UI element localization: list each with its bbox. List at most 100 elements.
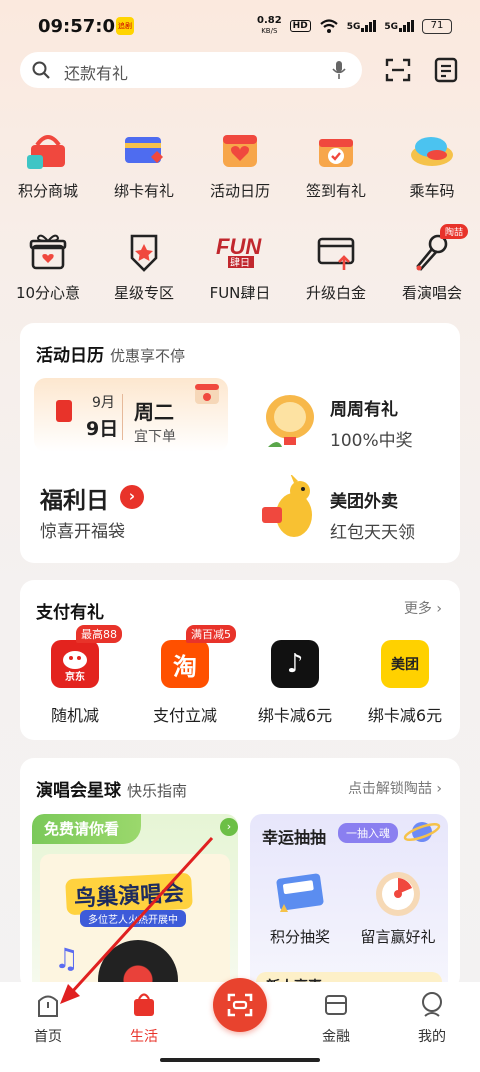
star-medal-icon (118, 226, 170, 278)
douyin-logo-icon: ♪ (271, 640, 319, 688)
search-icon (32, 61, 50, 79)
search-row: 还款有礼 (20, 52, 460, 88)
grid-label: 绑卡有礼 (113, 182, 174, 200)
pay-offer-meituan[interactable]: 美团 绑卡减6元 (350, 628, 460, 726)
unlock-link[interactable]: 点击解锁陶喆 › (348, 778, 442, 798)
promo-title: 美团外卖 (330, 492, 398, 512)
prize-wheel-icon (376, 872, 420, 916)
center-scan-button[interactable] (213, 978, 267, 1032)
card-subtitle: 优惠享不停 (110, 347, 186, 365)
grid-label: 10分心意 (15, 284, 81, 302)
home-indicator (160, 1058, 320, 1062)
grid-item-small-gift[interactable]: 10分心意 (0, 226, 96, 303)
grid-item-checkin[interactable]: 签到有礼 (288, 124, 384, 201)
scan-icon[interactable] (384, 56, 412, 84)
pay-offer-douyin[interactable]: ♪ 绑卡减6元 (240, 628, 350, 726)
offer-badge: 最高88 (76, 625, 122, 643)
status-indicators: 0.82 KB/S HD 5G 5G 71 (257, 16, 452, 36)
meituan-logo-icon: 美团 (381, 640, 429, 688)
grid-item-points-mall[interactable]: 积分商城 (0, 124, 96, 201)
welfare-day-title[interactable]: 福利日 (40, 481, 109, 515)
promo-subtitle: 100%中奖 (330, 431, 413, 451)
lucky-label: 留言赢好礼 (360, 928, 436, 946)
status-time: 09:57:03 (38, 16, 128, 37)
birds-nest-poster: 鸟巢演唱会 多位艺人火热开展中 ♫ (40, 854, 230, 990)
date-month: 9月 (92, 395, 115, 411)
offer-badge: 满百减5 (186, 625, 236, 643)
net-speed: 0.82 KB/S (256, 15, 282, 36)
kangaroo-mascot-icon (262, 475, 312, 537)
tab-finance[interactable]: 金融 (304, 990, 368, 1046)
shopping-bag-icon (134, 993, 154, 1016)
grid-label: 签到有礼 (305, 182, 366, 200)
battery-icon: 71 (422, 18, 452, 34)
comment-prize[interactable]: 留言赢好礼 (354, 868, 442, 947)
calendar-heart-icon (214, 124, 266, 176)
promo-title: 周周有礼 (330, 400, 398, 420)
lucky-label: 积分抽奖 (269, 928, 330, 946)
fun-logo-icon: FUN 肆日 (214, 226, 266, 278)
card-header: 演唱会星球 快乐指南 (36, 776, 187, 801)
points-lottery[interactable]: 积分抽奖 (256, 868, 344, 947)
offer-label: 绑卡减6元 (257, 706, 333, 725)
today-date-tile[interactable]: 9月 9日 周二 宜下单 (34, 378, 228, 452)
grid-label: 乘车码 (409, 182, 455, 200)
jd-logo-icon: 京东 (51, 640, 99, 688)
date-hint: 宜下单 (134, 429, 176, 445)
free-ticket-panel[interactable]: 免费请你看 › 鸟巢演唱会 多位艺人火热开展中 ♫ (32, 814, 238, 990)
calendar-gift-icon (195, 384, 219, 404)
concert-badge: 陶喆 (439, 224, 468, 239)
grid-item-activity-calendar[interactable]: 活动日历 (192, 124, 288, 201)
grid-item-star-zone[interactable]: 星级专区 (96, 226, 192, 303)
grid-item-bus-code[interactable]: 乘车码 (384, 124, 480, 201)
home-icon (38, 995, 58, 1017)
grid-item-fun-day[interactable]: FUN 肆日 FUN肆日 (192, 226, 288, 303)
svg-text:肆日: 肆日 (230, 257, 250, 269)
microphone-icon[interactable] (330, 60, 348, 80)
tab-life[interactable]: 生活 (112, 990, 176, 1046)
promo-subtitle: 红包天天领 (330, 523, 415, 543)
tab-mine[interactable]: 我的 (400, 990, 464, 1046)
wallet-icon (325, 995, 347, 1015)
more-link[interactable]: 更多 › (404, 598, 442, 618)
svg-text:FUN: FUN (216, 234, 262, 259)
gift-box-icon (22, 226, 74, 278)
chevron-right-icon[interactable]: › (120, 485, 144, 509)
taobao-logo-icon: 淘 (161, 640, 209, 688)
grid-item-upgrade-platinum[interactable]: 升级白金 (288, 226, 384, 303)
checkin-gift-icon (310, 124, 362, 176)
free-banner: 免费请你看 (32, 814, 142, 844)
grid-label: 升级白金 (305, 284, 366, 302)
panel-tag: 一抽入魂 (338, 823, 398, 843)
hd-icon: HD (289, 20, 311, 32)
bill-icon[interactable] (432, 56, 460, 84)
scan-icon (227, 993, 253, 1017)
offer-label: 随机减 (50, 706, 99, 725)
pay-offer-jd[interactable]: 最高88 京东 随机减 (20, 625, 130, 726)
grid-item-concert[interactable]: 陶喆 看演唱会 (384, 224, 480, 303)
card-title: 活动日历 (36, 346, 104, 366)
pay-offer-taobao[interactable]: 满百减5 淘 支付立减 (130, 625, 240, 726)
activity-calendar-card: 活动日历 优惠享不停 9月 9日 周二 宜下单 周周有礼 100%中奖 福利日 … (20, 323, 460, 563)
chevron-right-icon[interactable]: › (220, 818, 238, 836)
card-title: 演唱会星球 (36, 781, 121, 801)
signal-icon: 5G (347, 20, 377, 32)
card-subtitle: 快乐指南 (127, 782, 188, 800)
offer-label: 支付立减 (152, 706, 217, 725)
grid-item-bind-card[interactable]: 绑卡有礼 (96, 124, 192, 201)
search-placeholder: 还款有礼 (64, 64, 129, 83)
poster-subtitle: 多位艺人火热开展中 (80, 910, 186, 927)
welfare-day-subtitle: 惊喜开福袋 (40, 522, 125, 542)
signal-icon-2: 5G (384, 20, 414, 32)
app-notification-icon: 追剧 (116, 17, 134, 35)
search-input[interactable]: 还款有礼 (20, 52, 362, 88)
lucky-draw-panel[interactable]: 幸运抽抽 一抽入魂 积分抽奖 留言赢好礼 新人享喜 (250, 814, 448, 990)
quick-entry-row-2: 10分心意 星级专区 FUN 肆日 FUN肆日 升级白金 陶喆 看演唱会 (0, 224, 480, 303)
tab-label: 首页 (34, 1029, 62, 1045)
wifi-icon (319, 19, 338, 33)
card-upgrade-icon (310, 226, 362, 278)
offer-label: 绑卡减6元 (367, 706, 443, 725)
tab-home[interactable]: 首页 (16, 990, 80, 1046)
grid-label: 看演唱会 (401, 284, 462, 302)
grid-label: FUN肆日 (209, 284, 271, 302)
